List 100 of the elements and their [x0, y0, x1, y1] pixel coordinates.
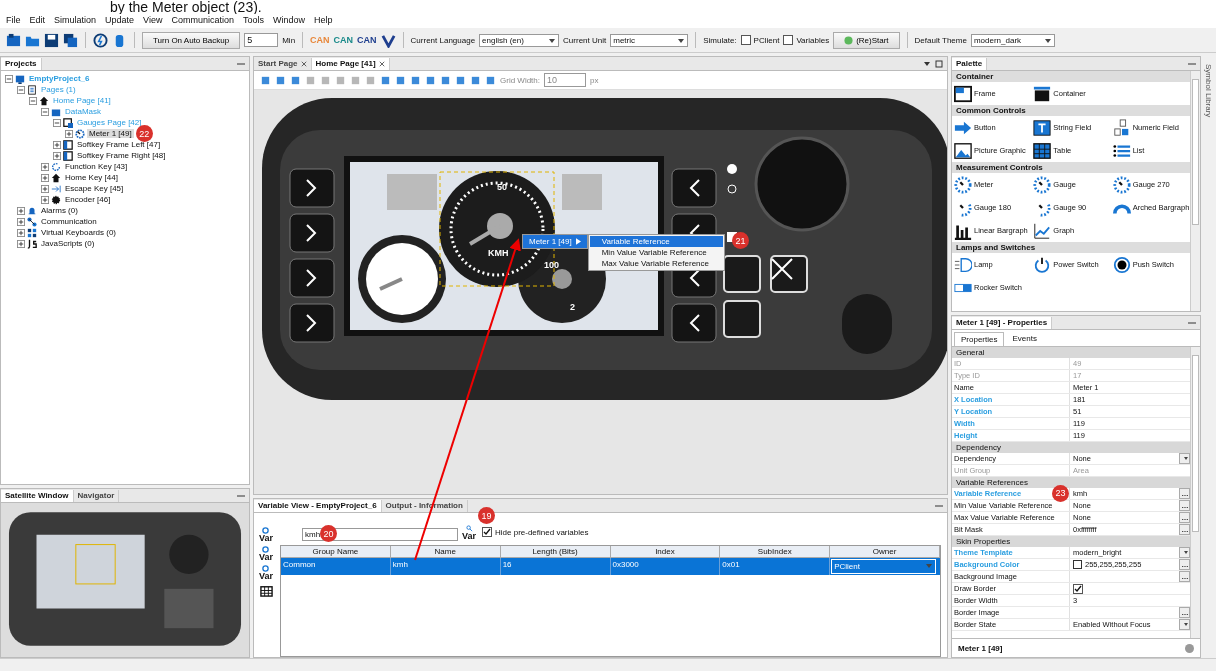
column-header[interactable]: SubIndex	[720, 546, 831, 558]
owner-dropdown[interactable]: PClient	[831, 559, 936, 574]
language-dropdown[interactable]: english (en)	[479, 33, 560, 47]
section-header[interactable]: Variable References	[952, 477, 1190, 488]
expand-toggle[interactable]	[17, 85, 25, 94]
menu-item[interactable]: View	[143, 15, 163, 27]
tree-item[interactable]: Encoder [46]	[63, 195, 113, 204]
dropdown-button[interactable]	[1179, 453, 1190, 464]
context-menu-item[interactable]: Meter 1 [49]	[522, 234, 588, 249]
expand-toggle[interactable]	[29, 96, 37, 105]
menu-item[interactable]: Edit	[29, 15, 46, 27]
scrollbar[interactable]	[1190, 347, 1200, 638]
section-header[interactable]: Skin Properties	[952, 536, 1190, 547]
minutes-field[interactable]: 5	[244, 33, 279, 47]
panel-tab[interactable]: Variable View - EmptyProject_6	[254, 499, 382, 512]
symbol-library-tab[interactable]: Symbol Library	[1204, 64, 1213, 118]
context-menu-item[interactable]: Max Value Variable Reference	[589, 258, 723, 269]
ellipsis-button[interactable]	[1179, 512, 1190, 523]
tree-item[interactable]: JavaScripts (0)	[39, 239, 97, 248]
menu-item[interactable]: Communication	[171, 15, 234, 27]
menu-item[interactable]: Help	[314, 15, 333, 27]
ellipsis-button[interactable]	[1179, 559, 1190, 570]
variable-tool-button[interactable]: Var	[259, 565, 273, 581]
ellipsis-button[interactable]	[1179, 607, 1190, 618]
save-icon[interactable]	[44, 32, 59, 48]
dropdown-button[interactable]	[1179, 547, 1190, 558]
save-all-icon[interactable]	[63, 32, 78, 48]
expand-toggle[interactable]	[17, 206, 25, 215]
palette-tab[interactable]: Palette	[952, 57, 988, 70]
auto-backup-button[interactable]: Turn On Auto Backup	[142, 31, 241, 49]
properties-title-tab[interactable]: Meter 1 [49] - Properties	[952, 316, 1053, 329]
draw-border-checkbox[interactable]	[1073, 583, 1083, 594]
dropdown-button[interactable]	[1179, 619, 1190, 630]
tree-item[interactable]: Alarms (0)	[39, 206, 80, 215]
tree-item[interactable]: Escape Key [45]	[63, 184, 126, 193]
panel-tab[interactable]: Satellite Window	[1, 489, 74, 502]
tree-item[interactable]: Home Key [44]	[63, 173, 120, 182]
tree-item[interactable]: Softkey Frame Left [47]	[75, 140, 163, 149]
ellipsis-button[interactable]	[1179, 500, 1190, 511]
section-header[interactable]: Common Controls	[952, 105, 1190, 116]
check-v-icon[interactable]	[380, 32, 396, 48]
properties-tab[interactable]: Properties	[954, 332, 1005, 346]
color-swatch[interactable]	[1073, 560, 1082, 569]
new-project-icon[interactable]	[6, 32, 21, 48]
tab-list-icon[interactable]	[923, 59, 931, 68]
can-button[interactable]: CAN	[357, 35, 377, 45]
expand-toggle[interactable]	[53, 140, 61, 149]
projects-tab[interactable]: Projects	[1, 57, 42, 70]
tree-item[interactable]: Softkey Frame Right [48]	[75, 151, 168, 160]
hide-predefined-checkbox[interactable]: Hide pre-defined variables	[482, 527, 589, 537]
expand-toggle[interactable]	[65, 129, 73, 138]
close-icon[interactable]	[300, 60, 307, 67]
tree-item[interactable]: Communication	[39, 217, 99, 226]
expand-toggle[interactable]	[41, 184, 49, 193]
simulate-checkbox[interactable]: Variables	[783, 35, 830, 45]
tree-item[interactable]: Function Key [43]	[63, 162, 130, 171]
column-header[interactable]: Group Name	[281, 546, 391, 558]
section-header[interactable]: Lamps and Switches	[952, 242, 1190, 253]
ellipsis-button[interactable]	[1179, 488, 1190, 499]
close-icon[interactable]	[378, 60, 385, 67]
tree-item[interactable]: Virtual Keyboards (0)	[39, 228, 118, 237]
variable-tool-button[interactable]: Var	[259, 527, 273, 543]
menu-item[interactable]: Tools	[243, 15, 264, 27]
grid-width-field[interactable]: 10	[544, 73, 586, 87]
menu-item[interactable]: Simulation	[54, 15, 97, 27]
tree-item[interactable]: Meter 1 [49]	[87, 129, 134, 138]
restart-button[interactable]: (Re)Start	[833, 31, 900, 49]
expand-toggle[interactable]	[41, 173, 49, 182]
editor-tab[interactable]: Home Page [41]	[311, 57, 390, 70]
section-header[interactable]: Measurement Controls	[952, 162, 1190, 173]
table-row[interactable]: Common kmh 16 0x3000 0x01 PClient	[281, 558, 940, 575]
ellipsis-button[interactable]	[1179, 571, 1190, 582]
expand-toggle[interactable]	[53, 118, 61, 127]
properties-tab[interactable]: Events	[1006, 332, 1043, 346]
maximize-icon[interactable]	[935, 59, 943, 68]
section-header[interactable]: Container	[952, 71, 1190, 82]
column-header[interactable]: Owner	[830, 546, 940, 558]
expand-toggle[interactable]	[17, 228, 25, 237]
unit-dropdown[interactable]: metric	[610, 33, 689, 47]
expand-toggle[interactable]	[17, 239, 25, 248]
ellipsis-button[interactable]	[1179, 524, 1190, 535]
menu-item[interactable]: File	[6, 15, 21, 27]
column-header[interactable]: Name	[390, 546, 501, 558]
menu-item[interactable]: Update	[105, 15, 135, 27]
scrollbar[interactable]	[1190, 71, 1200, 311]
can-button[interactable]: CAN	[333, 35, 354, 45]
expand-toggle[interactable]	[17, 217, 25, 226]
column-header[interactable]: Length (Bits)	[500, 546, 611, 558]
table-icon[interactable]	[259, 584, 273, 597]
expand-toggle[interactable]	[41, 107, 49, 116]
column-header[interactable]: Index	[610, 546, 721, 558]
power-icon[interactable]	[93, 32, 108, 48]
section-header[interactable]: General	[952, 347, 1190, 358]
menu-item[interactable]: Window	[273, 15, 305, 27]
simulate-checkbox[interactable]: PClient	[740, 35, 780, 45]
expand-toggle[interactable]	[53, 151, 61, 160]
theme-dropdown[interactable]: modern_dark	[970, 33, 1055, 47]
expand-toggle[interactable]	[5, 74, 13, 83]
context-menu-item[interactable]: Min Value Variable Reference	[589, 247, 723, 258]
section-header[interactable]: Dependency	[952, 442, 1190, 453]
